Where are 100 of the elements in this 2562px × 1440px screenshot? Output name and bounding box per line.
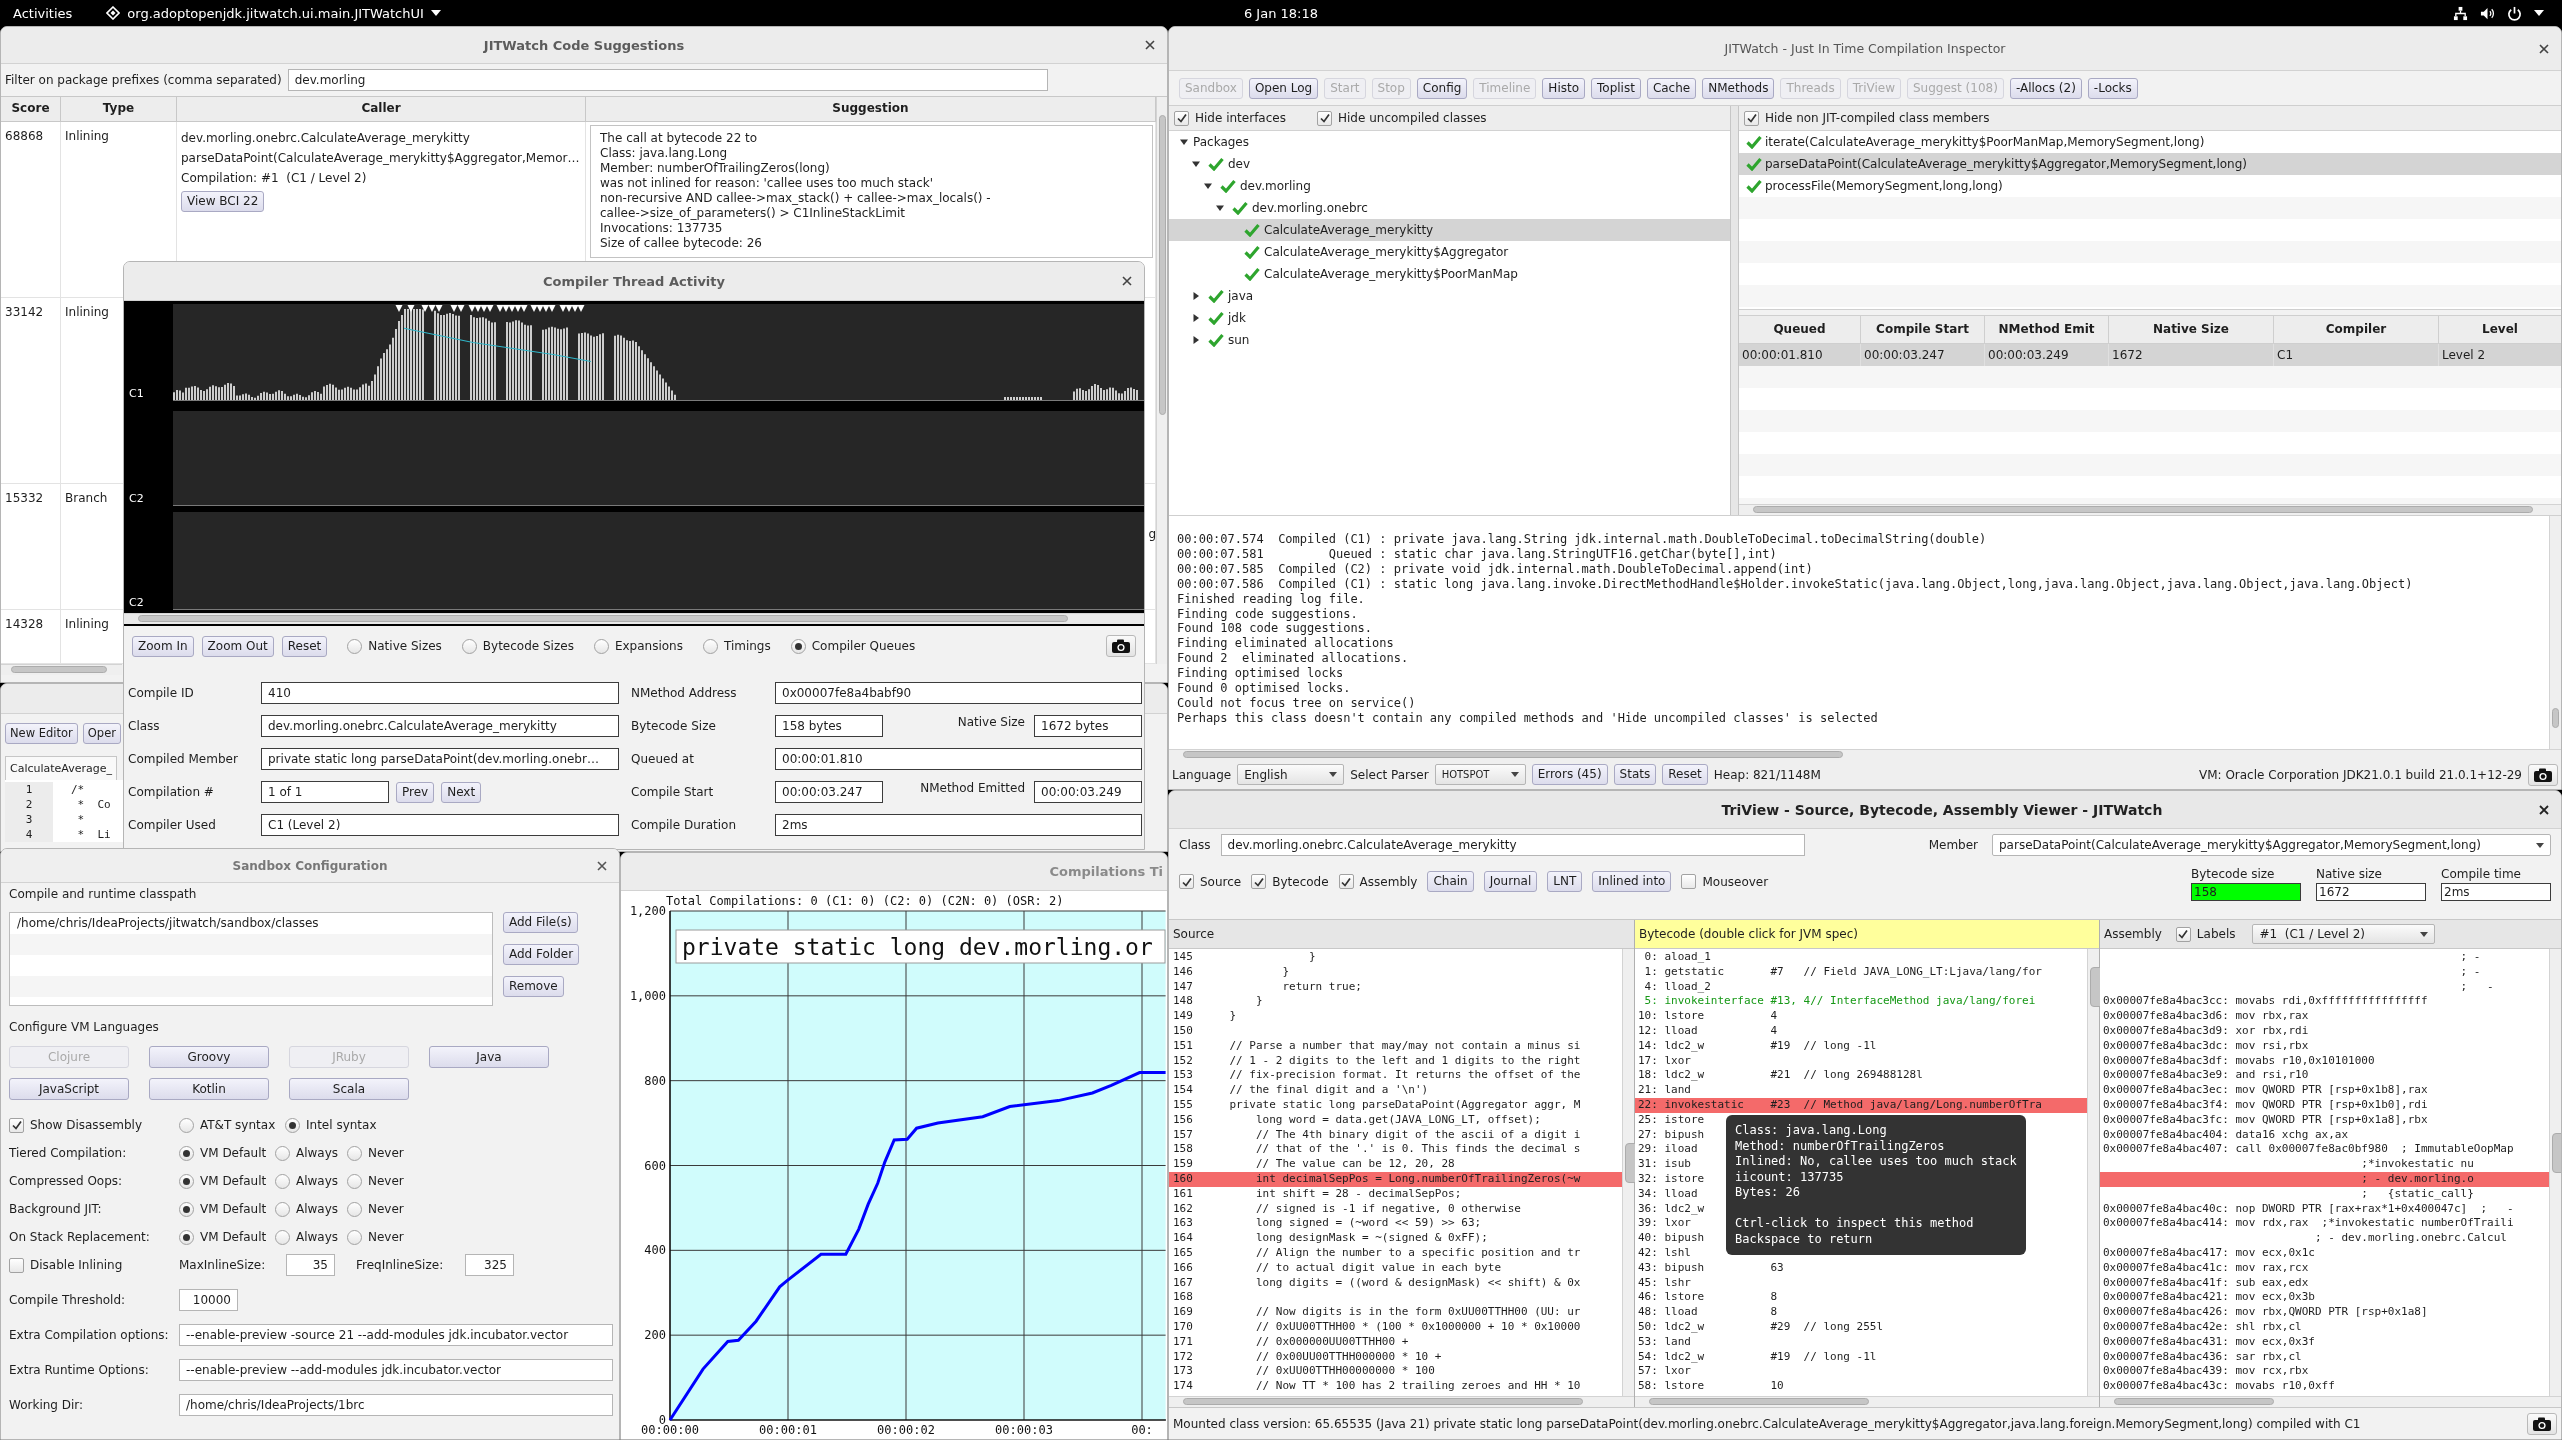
bytecode-line[interactable]: 4: lload_2 [1635, 979, 1713, 995]
camera-button[interactable] [1106, 635, 1136, 657]
tree-item[interactable]: CalculateAverage_merykitty$Aggregator [1169, 241, 1730, 263]
expand-arrow-icon[interactable] [1192, 292, 1200, 300]
column-header[interactable]: Caller [177, 97, 586, 121]
bytecode-line[interactable]: 27: bipush [1635, 1127, 1707, 1143]
checkbox[interactable]: Hide non JIT-compiled class members [1744, 110, 1990, 126]
status-button[interactable]: Errors (45) [1531, 764, 1608, 785]
classpath-item[interactable]: /home/chris/IdeaProjects/jitwatch/sandbox/classes [10, 913, 319, 934]
checkbox[interactable]: Bytecode [1251, 874, 1329, 889]
radio-button[interactable]: Native Sizes [347, 638, 442, 654]
tree-item[interactable]: sun [1169, 329, 1730, 351]
scrollbar[interactable] [124, 613, 1144, 624]
volume-icon[interactable] [2480, 5, 2495, 21]
view-bci-button[interactable]: View BCI 22 [181, 191, 265, 212]
toolbar-button[interactable]: LNT [1547, 871, 1583, 892]
column-header[interactable]: Compile Start [1861, 316, 1985, 343]
toolbar-button[interactable]: Histo [1542, 77, 1585, 99]
radio-button[interactable]: Compiler Queues [790, 638, 916, 654]
language-dropdown[interactable]: English [1237, 764, 1345, 785]
camera-button[interactable] [2528, 763, 2558, 786]
nav-button[interactable]: Prev [396, 781, 435, 803]
bytecode-line[interactable]: 40: bipush [1635, 1231, 1707, 1246]
tree-item[interactable]: java [1169, 285, 1730, 307]
expand-arrow-icon[interactable] [1192, 314, 1200, 322]
language-button[interactable]: JavaScript [9, 1078, 129, 1100]
classpath-list[interactable]: /home/chris/IdeaProjects/jitwatch/sandbox/classes [9, 912, 493, 1006]
clock[interactable]: 6 Jan 18:18 [1243, 5, 1318, 21]
bytecode-line[interactable]: 36: ldc2_w [1635, 1201, 1707, 1217]
activities-button[interactable]: Activities [13, 5, 73, 21]
number-field[interactable]: 10000 [179, 1289, 238, 1311]
bytecode-line[interactable]: 32: istore [1635, 1171, 1707, 1187]
scrollbar[interactable] [1156, 97, 1167, 664]
classpath-button[interactable]: Add File(s) [503, 912, 578, 933]
parser-dropdown[interactable]: HOTSPOT [1434, 764, 1526, 785]
member-dropdown[interactable]: parseDataPoint(CalculateAverage_merykitty$Aggregator,MemorySegment,long) [1992, 834, 2551, 856]
close-icon[interactable] [597, 860, 607, 871]
scrollbar[interactable] [1169, 1396, 1634, 1407]
filter-field[interactable]: dev.morling [287, 69, 1048, 91]
radio-button[interactable]: VM Default [179, 1145, 275, 1161]
chart-button[interactable]: Reset [281, 635, 328, 657]
radio-button[interactable]: Always [275, 1173, 347, 1189]
radio-button[interactable]: Expansions [593, 638, 683, 654]
text-field[interactable]: --enable-preview -source 21 --add-modules jdk.incubator.vector [179, 1324, 613, 1346]
toolbar-button[interactable]: Toplist [1591, 77, 1641, 99]
tree-item[interactable]: dev.morling [1169, 175, 1730, 197]
nav-button[interactable]: Next [441, 781, 482, 803]
bytecode-line[interactable]: 0: aload_1 [1635, 950, 1713, 965]
checkbox[interactable]: Mouseover [1681, 874, 1769, 889]
bytecode-line[interactable]: 29: iload [1635, 1142, 1700, 1158]
bytecode-line[interactable]: 42: lshl [1635, 1245, 1693, 1261]
tree-item[interactable]: dev [1169, 153, 1730, 175]
bytecode-line[interactable]: 50: ldc2_w #29 // long 255l [1635, 1319, 1886, 1335]
radio-button[interactable]: Intel syntax [285, 1117, 377, 1133]
radio-button[interactable]: Always [275, 1201, 347, 1217]
scrollbar[interactable] [1635, 1396, 2099, 1407]
radio-button[interactable]: Bytecode Sizes [461, 638, 574, 654]
scrollbar[interactable] [2549, 949, 2561, 1396]
checkbox[interactable]: Labels [2175, 926, 2236, 942]
expand-arrow-icon[interactable] [1192, 336, 1200, 344]
checkbox[interactable]: Hide interfaces [1174, 110, 1317, 126]
camera-button[interactable] [2527, 1412, 2557, 1435]
text-field[interactable]: /home/chris/IdeaProjects/1brc [179, 1394, 613, 1416]
expand-arrow-icon[interactable] [1192, 160, 1200, 168]
tree-item[interactable]: CalculateAverage_merykitty [1169, 219, 1730, 241]
classpath-button[interactable]: Remove [503, 976, 564, 997]
toolbar-button[interactable]: Cache [1646, 77, 1697, 99]
chart-button[interactable]: Zoom Out [201, 635, 274, 657]
column-header[interactable]: Level [2439, 316, 2561, 343]
column-header[interactable]: Queued [1739, 316, 1861, 343]
toolbar-button[interactable]: New Editor [5, 723, 78, 744]
scrollbar[interactable] [1169, 749, 2561, 760]
member-item[interactable]: iterate(CalculateAverage_merykitty$PoorManMap,MemorySegment,long) [1739, 131, 2561, 153]
bytecode-line[interactable]: 54: ldc2_w #19 // long -1l [1635, 1349, 1879, 1365]
checkbox[interactable]: Hide uncompiled classes [1317, 110, 1487, 126]
bytecode-line[interactable]: 25: istore [1635, 1112, 1707, 1128]
number-field[interactable]: 35 [286, 1254, 335, 1276]
toolbar-button[interactable]: NMethods [1702, 77, 1775, 99]
radio-button[interactable]: Timings [702, 638, 771, 654]
checkbox[interactable]: Source [1179, 874, 1242, 889]
radio-button[interactable]: Always [275, 1145, 347, 1161]
bytecode-line[interactable]: 12: lload 4 [1635, 1024, 1780, 1039]
radio-button[interactable]: Never [347, 1201, 404, 1217]
member-item[interactable]: processFile(MemorySegment,long,long) [1739, 175, 2561, 197]
bytecode-line[interactable]: 43: bipush 63 [1635, 1260, 1786, 1276]
scrollbar[interactable] [1622, 949, 1634, 1396]
toolbar-button[interactable]: Inlined into [1592, 871, 1672, 892]
tree-item[interactable]: CalculateAverage_merykitty$PoorManMap [1169, 263, 1730, 285]
bytecode-line[interactable]: 31: isub [1635, 1157, 1693, 1172]
bytecode-line[interactable]: 1: getstatic #7 // Field JAVA_LONG_LT:Ljava/lang/for [1635, 964, 2044, 980]
bytecode-line[interactable]: 10: lstore 4 [1635, 1009, 1780, 1024]
status-button[interactable]: Reset [1662, 764, 1708, 785]
bytecode-line[interactable]: 46: lstore 8 [1635, 1290, 1780, 1306]
bytecode-line[interactable]: 58: lstore 10 [1635, 1379, 1786, 1394]
radio-button[interactable]: VM Default [179, 1229, 275, 1245]
editor-tab[interactable]: CalculateAverage_ [5, 756, 118, 780]
close-icon[interactable] [2539, 43, 2549, 54]
close-icon[interactable] [2539, 804, 2549, 815]
tree-item[interactable]: jdk [1169, 307, 1730, 329]
number-field[interactable]: 325 [465, 1254, 514, 1276]
